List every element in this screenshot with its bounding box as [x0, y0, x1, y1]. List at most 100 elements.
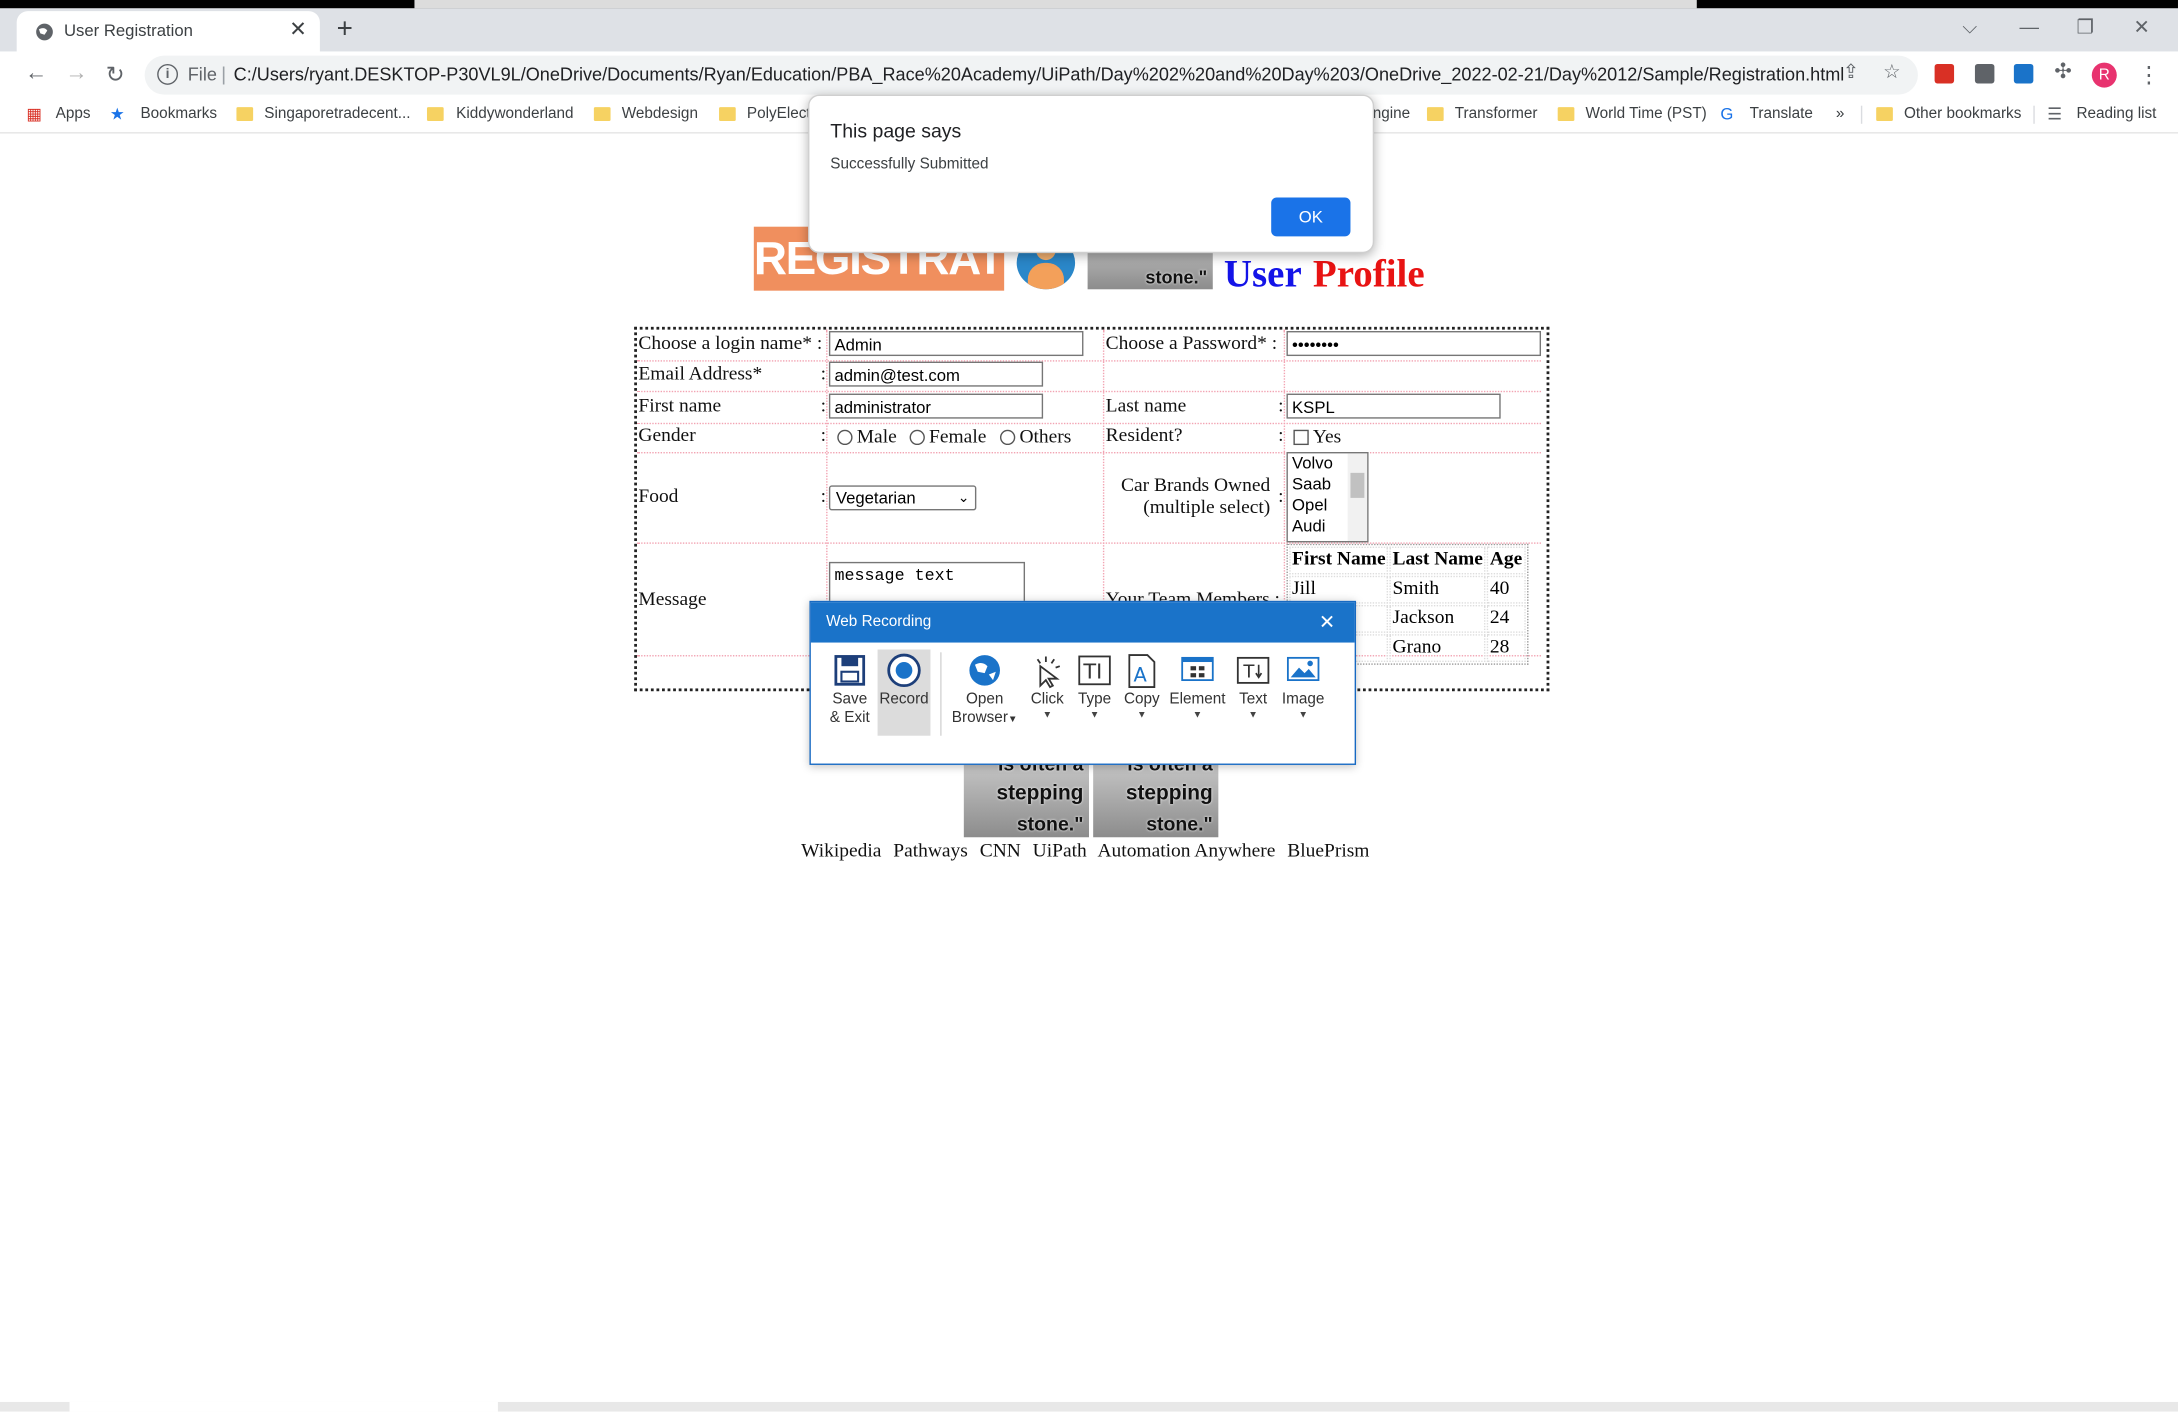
copy-button[interactable]: A Copy ▼	[1121, 650, 1163, 722]
reading-list[interactable]: Reading list	[2076, 106, 2156, 123]
tab-close-icon[interactable]: ✕	[289, 17, 306, 42]
image-button[interactable]: Image ▼	[1280, 650, 1327, 722]
bookmark-polyelectr[interactable]: PolyElectr	[747, 106, 816, 123]
restore-button[interactable]: ❐	[2076, 15, 2093, 39]
text-button[interactable]: T Text ▼	[1232, 650, 1274, 722]
column-header-age: Age	[1487, 546, 1526, 575]
row-divider	[636, 452, 1542, 454]
type-label: Type	[1077, 691, 1112, 708]
password-input[interactable]: ••••••••	[1286, 331, 1542, 357]
bookmark-kiddywonderland[interactable]: Kiddywonderland	[456, 106, 573, 123]
login-name-input[interactable]: Admin	[828, 331, 1084, 357]
gender-male-radio[interactable]	[837, 429, 853, 446]
resident-yes-label: Yes	[1312, 426, 1342, 448]
bookmark-webdesign[interactable]: Webdesign	[622, 106, 698, 123]
back-button[interactable]: ←	[25, 61, 47, 86]
image-caption: stepping	[996, 781, 1084, 806]
tab-user-registration[interactable]: User Registration ✕	[16, 11, 320, 52]
image-caption: stone."	[1146, 812, 1213, 835]
resident-checkbox[interactable]	[1293, 429, 1309, 446]
info-icon[interactable]: i	[157, 63, 179, 85]
food-label: Food	[638, 486, 679, 508]
record-icon	[886, 652, 922, 688]
link-pathways[interactable]: Pathways	[893, 841, 968, 862]
gender-others-radio[interactable]	[999, 429, 1016, 446]
tab-search-icon[interactable]: ⌵	[1962, 15, 1977, 39]
gender-male-label: Male	[856, 426, 897, 448]
close-window-button[interactable]: ✕	[2133, 15, 2149, 39]
bookmark-other[interactable]: Other bookmarks	[1904, 106, 2021, 123]
link-uipath[interactable]: UiPath	[1033, 841, 1087, 862]
folder-icon	[1426, 107, 1444, 121]
gender-label: Gender	[638, 425, 696, 447]
bookmark-translate[interactable]: Translate	[1750, 106, 1813, 123]
element-button[interactable]: Element ▼	[1168, 650, 1226, 722]
first-name-input[interactable]: administrator	[828, 393, 1044, 419]
url-text[interactable]: C:/Users/ryant.DESKTOP-P30VL9L/OneDrive/…	[234, 64, 1845, 85]
food-select[interactable]: Vegetarian ⌄	[828, 485, 977, 511]
bookmark-bookmarks[interactable]: Bookmarks	[140, 106, 217, 123]
gender-female-radio[interactable]	[909, 429, 925, 446]
link-wikipedia[interactable]: Wikipedia	[801, 841, 881, 862]
bookmarks-overflow[interactable]: »	[1836, 106, 1845, 123]
food-select-value: Vegetarian	[835, 488, 916, 508]
toolbar-separator	[940, 652, 942, 736]
ok-button[interactable]: OK	[1271, 197, 1351, 237]
record-label: Record	[879, 691, 929, 708]
car-brands-listbox[interactable]: Volvo Saab Opel Audi	[1286, 452, 1369, 543]
uipath-extension-icon[interactable]	[2013, 63, 2034, 84]
separator: :	[820, 425, 826, 447]
separator: :	[820, 486, 826, 508]
address-bar[interactable]: i File | C:/Users/ryant.DESKTOP-P30VL9L/…	[144, 55, 1918, 95]
extensions-puzzle-icon[interactable]: ✣	[2054, 58, 2071, 84]
new-tab-button[interactable]: +	[337, 14, 353, 46]
tab-bar: User Registration ✕ + ⌵ — ❐ ✕	[0, 8, 2178, 52]
globe-icon	[36, 23, 53, 41]
dropdown-arrow-icon: ▼	[1192, 710, 1203, 721]
listbox-scroll-thumb[interactable]	[1350, 472, 1365, 498]
save-icon	[832, 652, 868, 688]
bookmark-transformer[interactable]: Transformer	[1455, 106, 1538, 123]
save-exit-button[interactable]: Save & Exit	[828, 650, 873, 728]
link-automation-anywhere[interactable]: Automation Anywhere	[1097, 841, 1275, 862]
alert-message: Successfully Submitted	[830, 155, 989, 173]
save-label-2: & Exit	[829, 709, 870, 726]
gender-female-label: Female	[929, 426, 987, 448]
menu-icon[interactable]: ⋮	[2138, 61, 2160, 89]
reading-list-icon: ☰	[2047, 104, 2063, 124]
last-name-input[interactable]: KSPL	[1286, 393, 1501, 419]
minimize-button[interactable]: —	[2019, 15, 2038, 37]
footer-links: Wikipedia Pathways CNN UiPath Automation…	[801, 841, 1376, 863]
web-recording-panel: Web Recording ✕ Save & Exit Record Open …	[809, 600, 1357, 765]
star-icon: ★	[109, 104, 125, 124]
bookmark-star-icon[interactable]: ☆	[1883, 60, 1900, 84]
record-button[interactable]: Record	[877, 649, 931, 736]
close-icon[interactable]: ✕	[1319, 611, 1335, 635]
page-title-profile: Profile	[1312, 253, 1425, 297]
bookmark-singaporetradecent[interactable]: Singaporetradecent...	[264, 106, 410, 123]
folder-icon	[1876, 107, 1893, 121]
avatar[interactable]: R	[2091, 62, 2117, 88]
reload-button[interactable]: ↻	[106, 61, 125, 89]
email-input[interactable]: admin@test.com	[828, 361, 1044, 387]
share-icon[interactable]: ⇪	[1843, 60, 1859, 84]
last-name-label: Last name	[1105, 396, 1187, 418]
open-browser-button[interactable]: Open Browser▼	[950, 650, 1020, 729]
password-label: Choose a Password* :	[1105, 333, 1278, 355]
message-textarea[interactable]: message text	[828, 561, 1026, 607]
forward-button[interactable]: →	[65, 61, 87, 86]
row-divider	[636, 422, 1542, 425]
translate-icon: G	[1720, 104, 1734, 124]
separator: :	[820, 396, 826, 418]
bookmark-world-time[interactable]: World Time (PST)	[1586, 106, 1707, 123]
type-button[interactable]: TI Type ▼	[1074, 650, 1116, 722]
link-blueprism[interactable]: BluePrism	[1287, 841, 1369, 862]
click-button[interactable]: Click ▼	[1026, 650, 1068, 722]
resident-label: Resident?	[1105, 425, 1183, 447]
extension-red-icon[interactable]	[1934, 63, 1955, 84]
link-cnn[interactable]: CNN	[980, 841, 1021, 862]
extension-gray-icon[interactable]	[1974, 63, 1995, 84]
bookmark-apps[interactable]: Apps	[56, 106, 91, 123]
svg-text:TI: TI	[1082, 660, 1102, 684]
bookmark-engine[interactable]: ngine	[1373, 106, 1410, 123]
